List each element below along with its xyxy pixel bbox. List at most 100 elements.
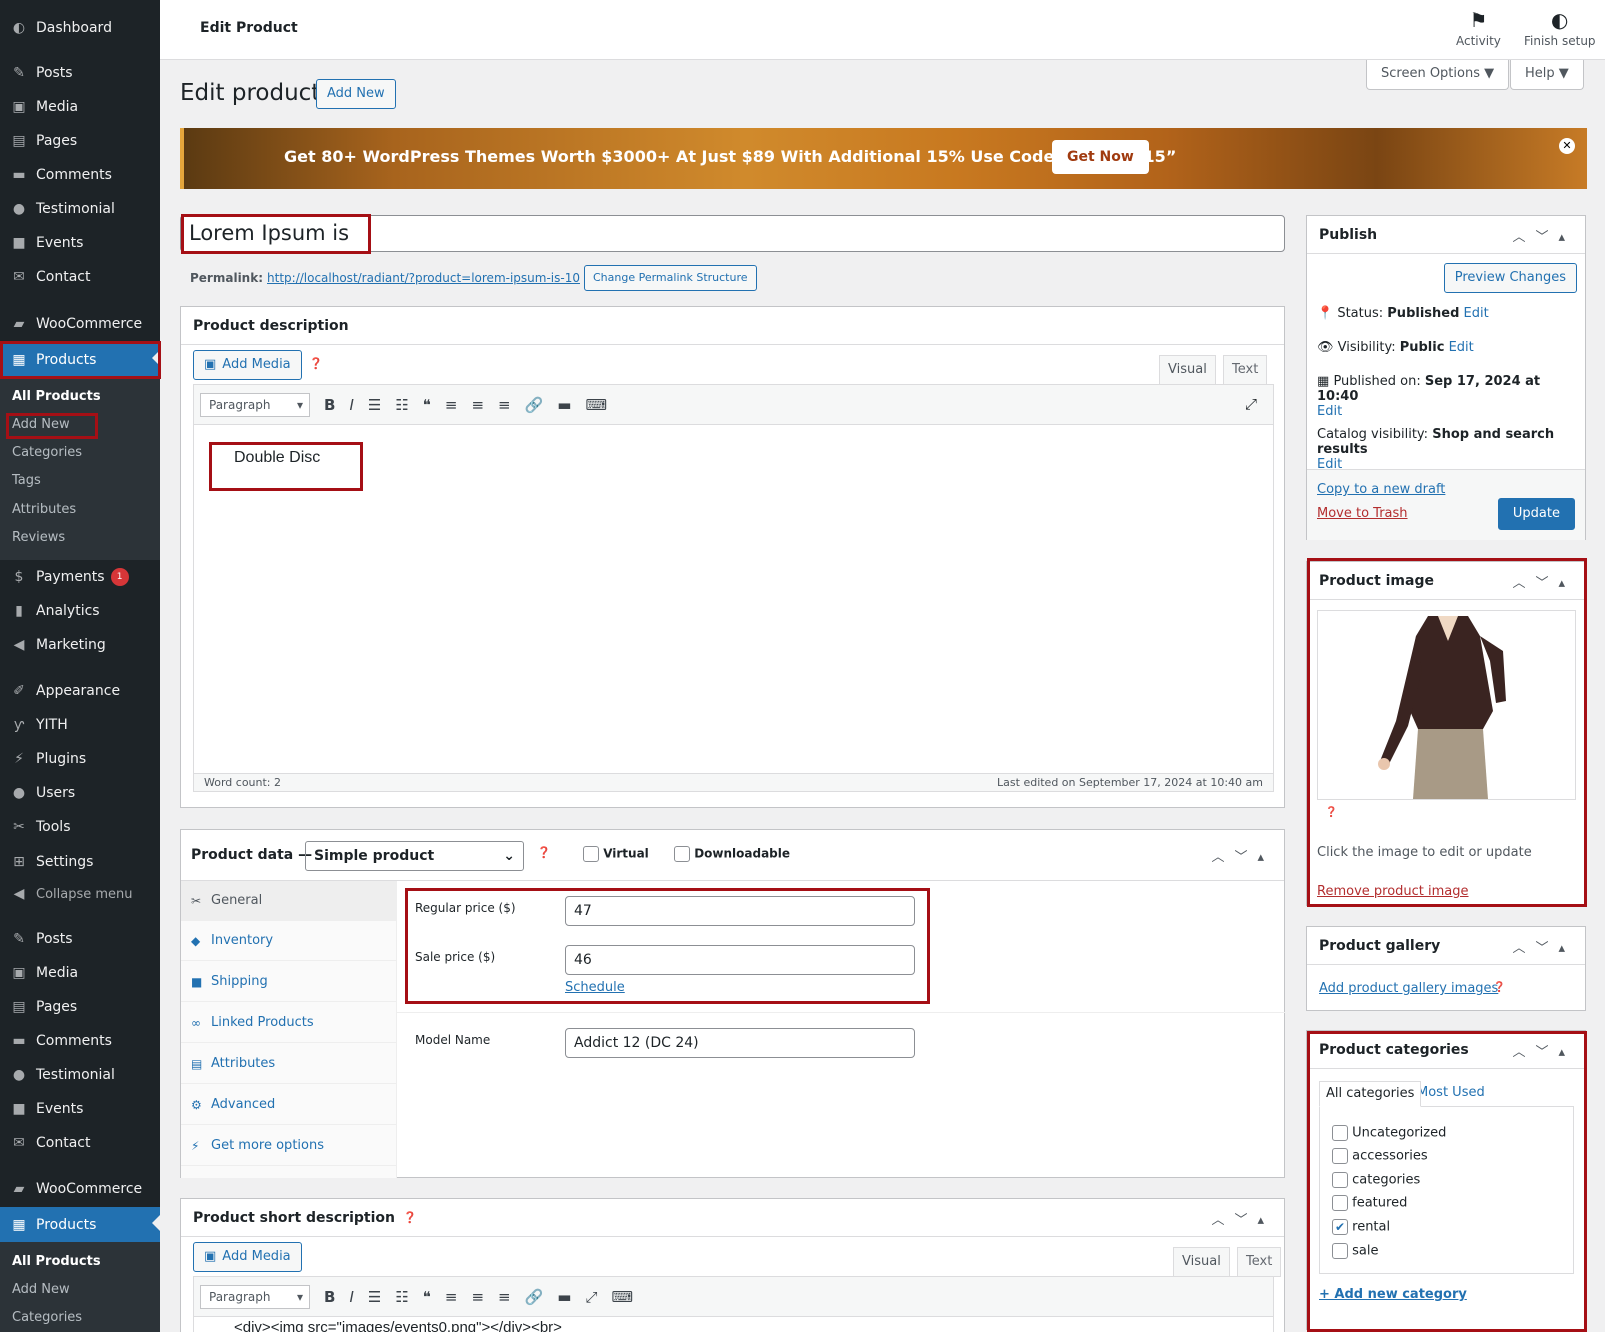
tab-shipping[interactable]: ■ Shipping <box>181 962 396 1002</box>
tab-general[interactable]: ✂ General <box>181 881 396 921</box>
edit-date-link[interactable]: Edit <box>1317 404 1342 419</box>
model-name-input[interactable]: Addict 12 (DC 24) <box>565 1028 915 1058</box>
submenu-tags[interactable]: Tags <box>12 473 41 488</box>
menu-events[interactable]: ■ Events <box>0 227 160 259</box>
tab-text-2[interactable]: Text <box>1237 1247 1282 1277</box>
menu-payments[interactable]: $ Payments 1 <box>0 561 160 593</box>
screen-options-button[interactable]: Screen Options ▼ <box>1366 60 1510 90</box>
box-controls[interactable]: ︿﹀▴ <box>1211 1209 1274 1228</box>
help-icon[interactable]: ❓ <box>309 357 323 370</box>
category-item[interactable]: featured <box>1332 1195 1407 1211</box>
menu-testimonial[interactable]: ● Testimonial <box>0 193 160 225</box>
more-icon[interactable]: ▬ <box>557 1288 571 1306</box>
category-checkbox[interactable] <box>1332 1125 1348 1141</box>
menu-marketing[interactable]: ◀ Marketing <box>0 629 160 661</box>
menu-contact-2[interactable]: ✉ Contact <box>0 1127 160 1159</box>
preview-changes-button[interactable]: Preview Changes <box>1443 263 1577 293</box>
category-item[interactable]: accessories <box>1332 1148 1428 1164</box>
box-controls[interactable]: ︿﹀▴ <box>1211 846 1274 865</box>
align-center-icon[interactable]: ≡ <box>471 396 484 414</box>
tab-advanced[interactable]: ⚙ Advanced <box>181 1085 396 1125</box>
edit-status-link[interactable]: Edit <box>1464 306 1489 321</box>
downloadable-checkbox[interactable] <box>674 846 690 862</box>
add-media-button[interactable]: ▣ Add Media <box>193 350 302 380</box>
menu-plugins[interactable]: ⚡ Plugins <box>0 743 160 775</box>
close-icon[interactable]: ✕ <box>1559 138 1575 154</box>
menu-pages-2[interactable]: ▤ Pages <box>0 991 160 1023</box>
menu-woocommerce[interactable]: ▰ WooCommerce <box>0 308 160 340</box>
schedule-link[interactable]: Schedule <box>565 980 625 995</box>
category-checkbox[interactable] <box>1332 1172 1348 1188</box>
add-new-button[interactable]: Add New <box>316 79 396 109</box>
help-icon[interactable]: ❓ <box>1493 982 1505 993</box>
box-controls[interactable]: ︿﹀▴ <box>1512 226 1575 245</box>
virtual-checkbox[interactable] <box>583 846 599 862</box>
menu-comments[interactable]: ▬ Comments <box>0 159 160 191</box>
box-controls[interactable]: ︿﹀▴ <box>1512 937 1575 956</box>
permalink-link[interactable]: http://localhost/radiant/?product=lorem-… <box>267 271 580 285</box>
bold-icon[interactable]: B <box>324 396 335 414</box>
submenu-add-new-2[interactable]: Add New <box>12 1282 70 1297</box>
box-controls[interactable]: ︿﹀▴ <box>1512 572 1575 591</box>
menu-products[interactable]: ▦ Products <box>0 342 160 377</box>
product-type-select[interactable]: Simple product ⌄ <box>305 841 524 871</box>
toolbar-toggle-icon[interactable]: ⌨ <box>611 1288 633 1306</box>
align-center-icon[interactable]: ≡ <box>471 1288 484 1306</box>
menu-products-2[interactable]: ▦ Products <box>0 1207 160 1242</box>
menu-woocommerce-2[interactable]: ▰ WooCommerce <box>0 1173 160 1205</box>
edit-visibility-link[interactable]: Edit <box>1449 340 1474 355</box>
fullscreen-icon[interactable]: ⤢ <box>585 1288 597 1306</box>
menu-media[interactable]: ▣ Media <box>0 91 160 123</box>
product-image[interactable] <box>1317 610 1576 800</box>
sale-price-input[interactable]: 46 <box>565 945 915 975</box>
collapse-menu[interactable]: ◀ Collapse menu <box>0 878 160 910</box>
menu-events-2[interactable]: ■ Events <box>0 1093 160 1125</box>
help-button[interactable]: Help ▼ <box>1510 60 1584 90</box>
tab-most-used[interactable]: Most Used <box>1417 1085 1485 1100</box>
submenu-all-products[interactable]: All Products <box>12 389 101 404</box>
more-icon[interactable]: ▬ <box>557 396 571 414</box>
remove-image-link[interactable]: Remove product image <box>1317 884 1469 899</box>
menu-appearance[interactable]: ✐ Appearance <box>0 675 160 707</box>
submenu-categories[interactable]: Categories <box>12 445 82 460</box>
align-right-icon[interactable]: ≡ <box>498 396 511 414</box>
category-item[interactable]: ✔ rental <box>1332 1219 1390 1235</box>
menu-dashboard[interactable]: ◐ Dashboard <box>0 12 160 44</box>
menu-tools[interactable]: ✂ Tools <box>0 811 160 843</box>
menu-yith[interactable]: ƴ YITH <box>0 709 160 741</box>
menu-media-2[interactable]: ▣ Media <box>0 957 160 989</box>
bullet-list-icon[interactable]: ☰ <box>368 1288 381 1306</box>
copy-to-draft-link[interactable]: Copy to a new draft <box>1317 482 1445 497</box>
virtual-option[interactable]: Virtual <box>583 846 649 862</box>
category-checkbox[interactable] <box>1332 1243 1348 1259</box>
tab-visual-2[interactable]: Visual <box>1173 1247 1230 1277</box>
tab-attributes[interactable]: ▤ Attributes <box>181 1044 396 1084</box>
align-left-icon[interactable]: ≡ <box>445 396 458 414</box>
update-button[interactable]: Update <box>1497 498 1575 530</box>
italic-icon[interactable]: I <box>349 396 353 414</box>
category-checkbox-checked[interactable]: ✔ <box>1332 1219 1348 1235</box>
tab-text[interactable]: Text <box>1223 355 1268 385</box>
bullet-list-icon[interactable]: ☰ <box>368 396 381 414</box>
toolbar-toggle-icon[interactable]: ⌨ <box>585 396 607 414</box>
tab-linked-products[interactable]: ∞ Linked Products <box>181 1003 396 1043</box>
align-right-icon[interactable]: ≡ <box>498 1288 511 1306</box>
help-icon[interactable]: ❓ <box>537 846 551 859</box>
add-category-link[interactable]: + Add new category <box>1319 1287 1467 1302</box>
title-input[interactable]: Lorem Ipsum is <box>180 215 1285 252</box>
italic-icon[interactable]: I <box>349 1288 353 1306</box>
submenu-reviews[interactable]: Reviews <box>12 530 65 545</box>
move-to-trash-link[interactable]: Move to Trash <box>1317 506 1408 521</box>
short-editor-area[interactable]: Paragraph B I ☰ ☷ ❝ ≡ ≡ ≡ 🔗 ▬ ⤢ ⌨ <div><… <box>193 1276 1274 1332</box>
link-icon[interactable]: 🔗 <box>525 1288 544 1306</box>
submenu-all-products-2[interactable]: All Products <box>12 1254 101 1269</box>
menu-users[interactable]: ● Users <box>0 777 160 809</box>
regular-price-input[interactable]: 47 <box>565 896 915 926</box>
activity-button[interactable]: ⚑ Activity <box>1456 8 1501 48</box>
menu-analytics[interactable]: ▮ Analytics <box>0 595 160 627</box>
finish-setup-button[interactable]: ◐ Finish setup <box>1524 8 1596 48</box>
numbered-list-icon[interactable]: ☷ <box>395 1288 408 1306</box>
category-item[interactable]: Uncategorized <box>1332 1125 1446 1141</box>
help-icon[interactable]: ❓ <box>1325 807 1337 818</box>
category-checkbox[interactable] <box>1332 1195 1348 1211</box>
